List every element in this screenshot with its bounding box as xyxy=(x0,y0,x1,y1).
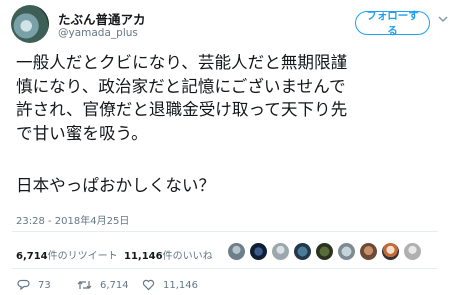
like-count-action: 11,146 xyxy=(163,279,198,291)
liker-avatar[interactable] xyxy=(382,243,399,260)
retweet-icon xyxy=(77,281,92,289)
liker-avatar[interactable] xyxy=(360,243,377,260)
retweet-action[interactable]: 6,714 xyxy=(77,279,129,291)
retweet-count-action: 6,714 xyxy=(100,279,129,291)
reply-count: 73 xyxy=(38,279,51,291)
reply-icon xyxy=(17,279,30,291)
retweet-label: 件のリツイート xyxy=(47,251,118,262)
engagement-stats: 6,714件のリツイート 11,146件のいいね xyxy=(16,247,213,262)
divider xyxy=(12,268,438,269)
liker-avatar[interactable] xyxy=(228,243,245,260)
liker-avatar[interactable] xyxy=(250,243,267,260)
author-name[interactable]: たぶん普通アカ xyxy=(58,9,146,28)
author-handle[interactable]: @yamada_plus xyxy=(58,27,138,39)
retweet-count[interactable]: 6,714 xyxy=(16,251,48,262)
tweet-line: 一般人だとクビになり、芸能人だと無期限謹 xyxy=(16,53,348,72)
liker-avatar[interactable] xyxy=(272,243,289,260)
author-avatar[interactable] xyxy=(11,5,49,43)
liker-avatar[interactable] xyxy=(404,243,421,260)
tweet-line: 許され、官僚だと退職金受け取って天下り先 xyxy=(16,100,348,119)
liker-avatar[interactable] xyxy=(338,243,355,260)
like-label: 件のいいね xyxy=(162,251,213,262)
liker-avatar[interactable] xyxy=(294,243,311,260)
follow-button[interactable]: フォローする xyxy=(355,10,430,37)
divider xyxy=(12,231,438,232)
chevron-down-icon[interactable] xyxy=(438,15,448,26)
like-count[interactable]: 11,146 xyxy=(124,251,163,262)
liker-avatar[interactable] xyxy=(316,243,333,260)
tweet-line: 日本やっぱおかしくない？ xyxy=(16,176,216,195)
tweet-line: 慎になり、政治家だと記憶にございませんで xyxy=(16,77,346,96)
heart-icon xyxy=(142,279,155,291)
reply-action[interactable]: 73 xyxy=(17,279,51,291)
tweet-line: で甘い蜜を吸う。 xyxy=(16,124,148,143)
like-action[interactable]: 11,146 xyxy=(142,279,198,291)
tweet-timestamp[interactable]: 23:28 - 2018年4月25日 xyxy=(16,212,129,227)
